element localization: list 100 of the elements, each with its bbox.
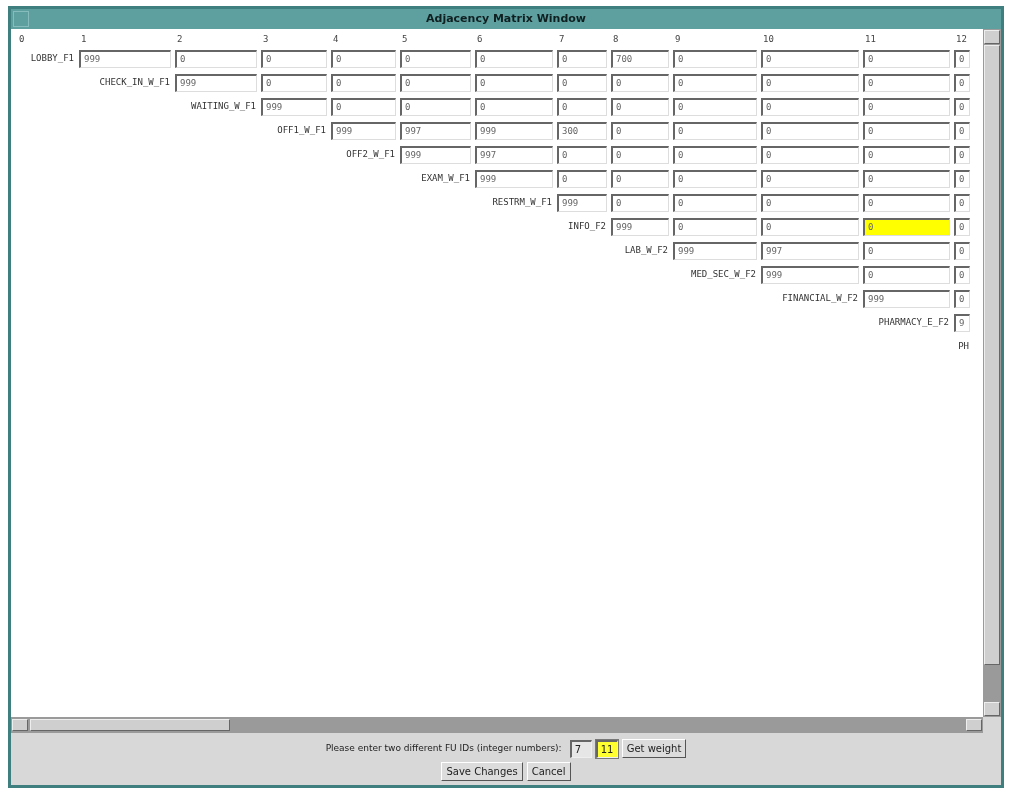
matrix-cell[interactable]: 0 <box>400 50 471 68</box>
matrix-cell[interactable]: 300 <box>557 122 607 140</box>
matrix-cell[interactable]: 999 <box>475 122 553 140</box>
matrix-cell[interactable]: 999 <box>761 266 859 284</box>
matrix-cell[interactable]: 0 <box>863 146 950 164</box>
matrix-cell[interactable]: 0 <box>611 74 669 92</box>
matrix-cell[interactable]: 0 <box>761 50 859 68</box>
matrix-cell[interactable]: 0 <box>863 170 950 188</box>
column-header: 1 <box>80 33 88 47</box>
matrix-cell[interactable]: 0 <box>954 194 970 212</box>
matrix-cell[interactable]: 0 <box>331 98 396 116</box>
column-header: 7 <box>558 33 566 47</box>
matrix-cell[interactable]: 999 <box>175 74 257 92</box>
matrix-cell[interactable]: 0 <box>761 98 859 116</box>
row-label: EXAM_W_F1 <box>420 172 471 186</box>
matrix-cell[interactable]: 997 <box>475 146 553 164</box>
matrix-cell[interactable]: 0 <box>954 242 970 260</box>
matrix-cell[interactable]: 0 <box>611 170 669 188</box>
matrix-cell[interactable]: 0 <box>863 122 950 140</box>
matrix-cell[interactable]: 0 <box>954 98 970 116</box>
matrix-cell[interactable]: 0 <box>863 50 950 68</box>
matrix-cell[interactable]: 0 <box>673 98 757 116</box>
matrix-cell[interactable]: 0 <box>400 74 471 92</box>
matrix-cell[interactable]: 0 <box>673 74 757 92</box>
scroll-thumb[interactable] <box>30 719 230 731</box>
column-header: 0 <box>18 33 26 47</box>
get-weight-button[interactable]: Get weight <box>621 739 687 758</box>
matrix-cell[interactable]: 0 <box>611 98 669 116</box>
matrix-cell[interactable]: 999 <box>261 98 327 116</box>
scroll-down-button[interactable] <box>984 702 1000 716</box>
matrix-cell[interactable]: 0 <box>557 74 607 92</box>
scroll-right-button[interactable] <box>966 719 982 731</box>
matrix-cell[interactable]: 0 <box>673 50 757 68</box>
matrix-cell[interactable]: 0 <box>475 98 553 116</box>
matrix-cell[interactable]: 0 <box>954 50 970 68</box>
matrix-cell[interactable]: 0 <box>863 242 950 260</box>
row-label: PH <box>957 340 970 354</box>
matrix-cell[interactable]: 997 <box>400 122 471 140</box>
matrix-cell[interactable]: 999 <box>331 122 396 140</box>
save-button[interactable]: Save Changes <box>441 762 523 781</box>
matrix-cell[interactable]: 0 <box>954 266 970 284</box>
matrix-cell[interactable]: 0 <box>863 98 950 116</box>
column-header: 6 <box>476 33 484 47</box>
matrix-cell[interactable]: 0 <box>761 122 859 140</box>
matrix-cell[interactable]: 999 <box>79 50 171 68</box>
matrix-cell[interactable]: 997 <box>761 242 859 260</box>
matrix-cell[interactable]: 0 <box>611 146 669 164</box>
scroll-up-button[interactable] <box>984 30 1000 44</box>
matrix-cell[interactable]: 0 <box>557 98 607 116</box>
scroll-thumb[interactable] <box>984 45 1000 665</box>
vertical-scrollbar[interactable] <box>983 29 1001 717</box>
matrix-cell[interactable]: 0 <box>673 122 757 140</box>
matrix-cell[interactable]: 0 <box>761 218 859 236</box>
matrix-cell[interactable]: 9 <box>954 314 970 332</box>
horizontal-scrollbar[interactable] <box>11 717 983 733</box>
matrix-cell[interactable]: 0 <box>557 146 607 164</box>
matrix-cell[interactable]: 0 <box>611 122 669 140</box>
scroll-left-button[interactable] <box>12 719 28 731</box>
matrix-cell[interactable]: 0 <box>261 74 327 92</box>
matrix-cell[interactable]: 0 <box>761 74 859 92</box>
row-label: CHECK_IN_W_F1 <box>98 76 171 90</box>
matrix-cell[interactable]: 0 <box>863 194 950 212</box>
matrix-cell[interactable]: 0 <box>954 290 970 308</box>
matrix-cell[interactable]: 0 <box>761 194 859 212</box>
matrix-cell[interactable]: 0 <box>863 218 950 236</box>
matrix-cell[interactable]: 0 <box>761 146 859 164</box>
matrix-cell[interactable]: 0 <box>673 146 757 164</box>
matrix-cell[interactable]: 0 <box>261 50 327 68</box>
matrix-cell[interactable]: 999 <box>611 218 669 236</box>
matrix-cell[interactable]: 0 <box>954 170 970 188</box>
matrix-cell[interactable]: 0 <box>761 170 859 188</box>
matrix-cell[interactable]: 0 <box>331 74 396 92</box>
matrix-cell[interactable]: 0 <box>611 194 669 212</box>
id-field[interactable]: 11 <box>595 739 618 758</box>
matrix-cell[interactable]: 0 <box>557 50 607 68</box>
matrix-cell[interactable]: 0 <box>475 50 553 68</box>
matrix-cell[interactable]: 0 <box>673 170 757 188</box>
matrix-cell[interactable]: 0 <box>954 218 970 236</box>
matrix-cell[interactable]: 0 <box>557 170 607 188</box>
matrix-cell[interactable]: 999 <box>475 170 553 188</box>
matrix-cell[interactable]: 0 <box>863 74 950 92</box>
matrix-cell[interactable]: 0 <box>475 74 553 92</box>
matrix-cell[interactable]: 999 <box>673 242 757 260</box>
matrix-cell[interactable]: 700 <box>611 50 669 68</box>
matrix-cell[interactable]: 0 <box>673 194 757 212</box>
matrix-cell[interactable]: 0 <box>331 50 396 68</box>
matrix-cell[interactable]: 0 <box>954 146 970 164</box>
row-label: LOBBY_F1 <box>29 52 75 66</box>
matrix-cell[interactable]: 999 <box>863 290 950 308</box>
matrix-cell[interactable]: 0 <box>400 98 471 116</box>
matrix-cell[interactable]: 0 <box>175 50 257 68</box>
matrix-cell[interactable]: 0 <box>954 74 970 92</box>
matrix-cell[interactable]: 999 <box>400 146 471 164</box>
matrix-cell[interactable]: 0 <box>673 218 757 236</box>
matrix-cell[interactable]: 999 <box>557 194 607 212</box>
id-field[interactable]: 7 <box>569 739 592 758</box>
column-header: 2 <box>176 33 184 47</box>
matrix-cell[interactable]: 0 <box>954 122 970 140</box>
matrix-cell[interactable]: 0 <box>863 266 950 284</box>
cancel-button[interactable]: Cancel <box>526 762 571 781</box>
